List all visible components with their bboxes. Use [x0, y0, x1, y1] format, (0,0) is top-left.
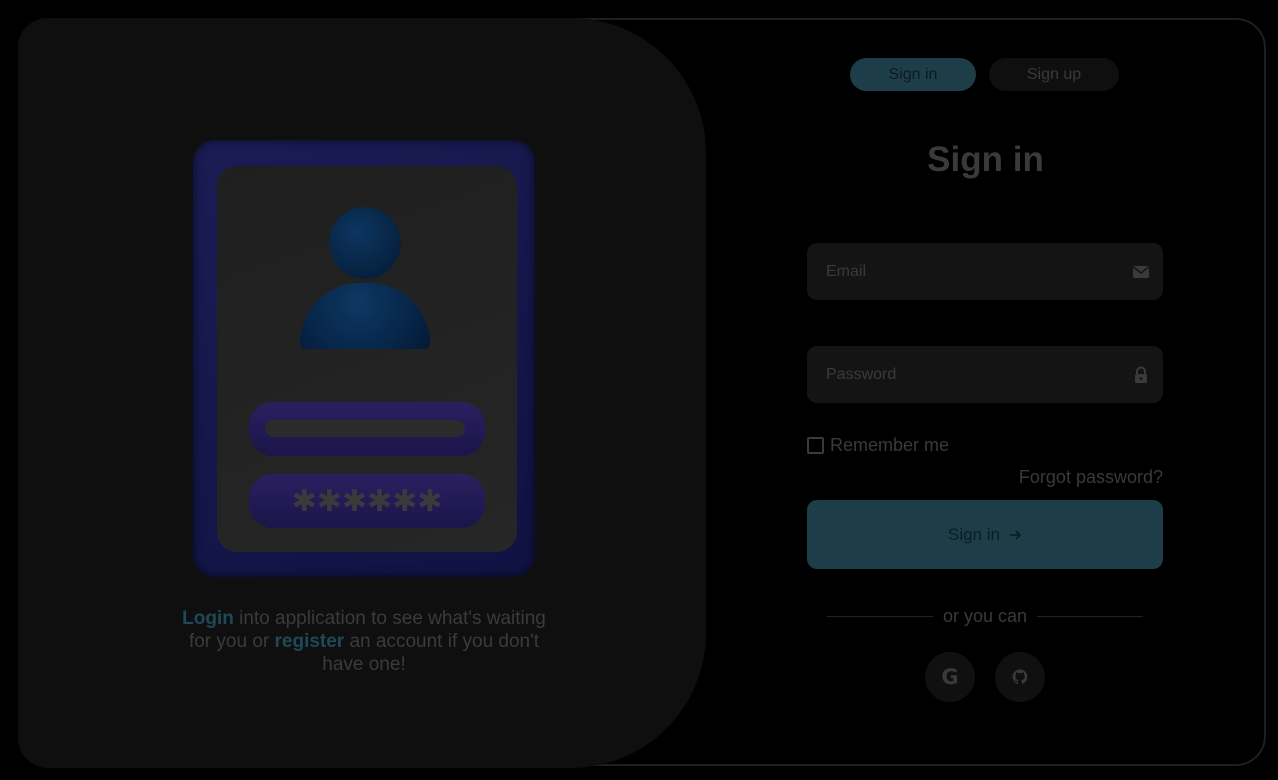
- sign-in-button-label: Sign in: [948, 524, 1000, 544]
- caption-text-2: an account if you don't have one!: [322, 631, 540, 675]
- login-link[interactable]: Login: [182, 608, 234, 629]
- form-title: Sign in: [927, 140, 1044, 179]
- illustration-caption: Login into application to see what's wai…: [178, 607, 550, 676]
- remember-me-label: Remember me: [830, 435, 950, 455]
- email-field[interactable]: [807, 243, 1163, 300]
- lock-icon: [1135, 366, 1147, 383]
- github-icon: [1012, 669, 1028, 684]
- avatar-head-icon: [329, 207, 401, 279]
- divider-line-left: [827, 615, 933, 617]
- google-login-button[interactable]: G: [925, 652, 975, 702]
- illustration-password-mask: ✱✱✱✱✱✱: [291, 483, 443, 519]
- tab-sign-up[interactable]: Sign up: [989, 58, 1119, 91]
- sign-in-button[interactable]: Sign in: [807, 500, 1163, 569]
- forgot-password-link[interactable]: Forgot password?: [980, 467, 1163, 488]
- google-icon: G: [941, 665, 959, 689]
- password-field[interactable]: [807, 346, 1163, 403]
- email-field-container: [807, 243, 1163, 300]
- or-divider: or you can: [827, 604, 1143, 628]
- arrow-right-icon: [1009, 529, 1022, 540]
- remember-me: Remember me: [807, 435, 949, 456]
- divider-label: or you can: [942, 605, 1028, 626]
- tab-sign-up-label: Sign up: [1026, 65, 1082, 83]
- remember-me-checkbox[interactable]: [807, 437, 824, 454]
- illustration-username-line: [265, 420, 465, 437]
- tab-sign-in[interactable]: Sign in: [850, 58, 976, 91]
- password-field-container: [807, 346, 1163, 403]
- divider-line-right: [1037, 615, 1143, 617]
- mail-icon: [1133, 265, 1149, 278]
- tab-sign-in-label: Sign in: [888, 65, 938, 83]
- register-link[interactable]: register: [275, 631, 345, 652]
- github-login-button[interactable]: [995, 652, 1045, 702]
